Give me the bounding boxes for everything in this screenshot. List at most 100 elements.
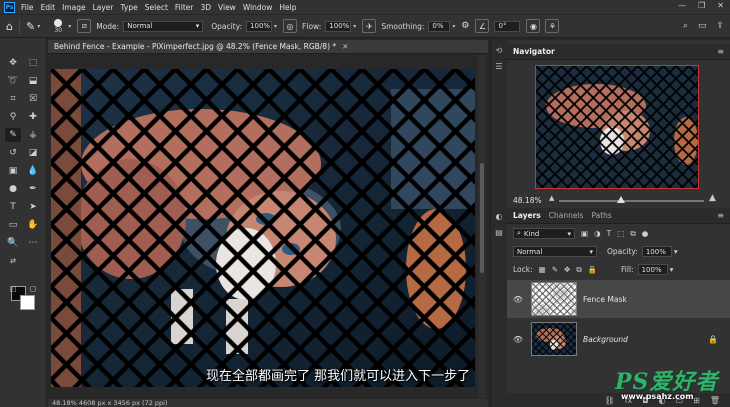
more-tools-icon[interactable]: ⋯ [25, 236, 41, 250]
document-image[interactable] [51, 69, 475, 387]
maximize-icon[interactable]: ❐ [698, 1, 705, 10]
minimize-icon[interactable]: — [678, 1, 686, 10]
visibility-eye-icon[interactable]: 👁 [507, 335, 529, 344]
menu-file[interactable]: File [21, 3, 34, 12]
history-icon[interactable]: ⟲ [494, 46, 504, 56]
opacity-field[interactable]: 100% [246, 20, 273, 32]
chevron-down-icon[interactable]: ▾ [674, 247, 678, 256]
quick-mask-icon[interactable]: ◰ [5, 282, 21, 296]
menu-edit[interactable]: Edit [41, 3, 56, 12]
lock-all-icon[interactable]: 🔒 [588, 265, 597, 274]
brush-size-picker[interactable]: 30 [54, 18, 63, 34]
mode-select[interactable]: Normal ▾ [123, 20, 204, 32]
menu-image[interactable]: Image [62, 3, 86, 12]
history-brush-tool-icon[interactable]: ↺ [5, 146, 21, 160]
lock-pixels-icon[interactable]: ✎ [552, 265, 558, 274]
flow-field[interactable]: 100% [325, 20, 352, 32]
angle-icon[interactable]: ∠ [475, 19, 490, 33]
document-tab[interactable]: Behind Fence - Example - PiXimperfect.jp… [48, 40, 488, 54]
healing-brush-tool-icon[interactable]: ✚ [25, 110, 41, 124]
chevron-down-icon[interactable]: ▾ [353, 23, 356, 30]
filter-type-icon[interactable]: T [607, 229, 612, 238]
tab-channels[interactable]: Channels [549, 211, 584, 220]
fill-field[interactable]: 100% [637, 264, 668, 275]
navigator-thumbnail[interactable] [535, 65, 699, 189]
angle-field[interactable]: 0° [494, 20, 521, 32]
filter-smart-object-icon[interactable]: ⧉ [630, 229, 635, 239]
layer-row-fence-mask[interactable]: 👁 Fence Mask [507, 280, 730, 318]
menu-layer[interactable]: Layer [93, 3, 114, 12]
libraries-icon[interactable]: ▤ [494, 228, 504, 238]
layer-opacity-field[interactable]: 100% [641, 246, 672, 257]
crop-tool-icon[interactable]: ⌗ [5, 92, 21, 106]
chevron-down-icon[interactable]: ▾ [68, 23, 71, 30]
navigator-zoom-value[interactable]: 48.18% [513, 196, 542, 205]
screen-mode-icon[interactable]: ▢ [25, 282, 41, 296]
search-icon[interactable]: ⌕ [683, 21, 688, 31]
menu-select[interactable]: Select [145, 3, 168, 12]
layer-row-background[interactable]: 👁 Background 🔒 [507, 320, 730, 358]
navigator-tab[interactable]: Navigator [513, 47, 555, 56]
background-color-swatch[interactable] [20, 295, 35, 310]
share-icon[interactable]: ⇪ [716, 21, 724, 31]
filter-adjustment-icon[interactable]: ◑ [594, 229, 601, 238]
menu-filter[interactable]: Filter [175, 3, 194, 12]
workspace-icon[interactable]: ▭ [698, 21, 707, 31]
canvas-area[interactable] [48, 55, 488, 398]
object-select-tool-icon[interactable]: ⬓ [25, 74, 41, 88]
properties-icon[interactable]: ☰ [494, 62, 504, 72]
hand-tool-icon[interactable]: ✋ [25, 218, 41, 232]
menu-type[interactable]: Type [121, 3, 138, 12]
filter-shape-icon[interactable]: ⬚ [617, 229, 624, 238]
navigator-slider-knob[interactable] [617, 196, 625, 203]
smoothing-field[interactable]: 0% [428, 20, 451, 32]
panel-menu-icon[interactable]: ≡ [717, 47, 724, 56]
lock-artboard-icon[interactable]: ⧉ [576, 265, 581, 275]
panel-menu-icon[interactable]: ≡ [717, 211, 724, 220]
move-tool-icon[interactable]: ✥ [5, 56, 21, 70]
lock-transparent-icon[interactable]: ▦ [539, 265, 546, 274]
smoothing-options-gear-icon[interactable]: ⚙ [461, 21, 469, 31]
pen-tool-icon[interactable]: ✒ [25, 182, 41, 196]
brush-settings-icon[interactable]: ⧄ [77, 19, 92, 33]
tab-paths[interactable]: Paths [591, 211, 611, 220]
close-icon[interactable]: ✕ [717, 1, 724, 10]
swap-colors-icon[interactable]: ⇄ [5, 254, 21, 268]
chevron-down-icon[interactable]: ▾ [670, 265, 674, 274]
menu-view[interactable]: View [218, 3, 236, 12]
adjustments-icon[interactable]: ◐ [494, 212, 504, 222]
link-layers-icon[interactable]: ⛓ [605, 396, 615, 405]
brush-tool-icon[interactable]: ✎ [5, 128, 21, 142]
close-document-icon[interactable]: ✕ [342, 42, 348, 51]
airbrush-icon[interactable]: ✈ [362, 19, 377, 33]
menu-help[interactable]: Help [279, 3, 296, 12]
gradient-tool-icon[interactable]: ▣ [5, 164, 21, 178]
vertical-scrollbar[interactable] [478, 55, 486, 398]
home-icon[interactable]: ⌂ [6, 20, 13, 33]
clone-stamp-tool-icon[interactable]: ⚶ [25, 128, 41, 142]
zoom-out-mountain-icon[interactable]: ▲ [549, 194, 554, 202]
tab-layers[interactable]: Layers [513, 211, 541, 220]
blend-mode-select[interactable]: Normal ▾ [513, 246, 597, 257]
menu-3d[interactable]: 3D [200, 3, 211, 12]
zoom-in-mountain-icon[interactable]: ▲ [709, 193, 716, 203]
visibility-eye-icon[interactable]: 👁 [507, 295, 529, 304]
rectangle-tool-icon[interactable]: ▭ [5, 218, 21, 232]
brush-tool-preset-icon[interactable]: ✎ [26, 20, 35, 33]
filter-pixel-icon[interactable]: ▣ [581, 229, 588, 238]
pressure-size-icon[interactable]: ◉ [526, 19, 541, 33]
dodge-tool-icon[interactable]: ● [5, 182, 21, 196]
frame-tool-icon[interactable]: ☒ [25, 92, 41, 106]
symmetry-icon[interactable]: ⚘ [545, 19, 560, 33]
eraser-tool-icon[interactable]: ◪ [25, 146, 41, 160]
lasso-tool-icon[interactable]: ➰ [5, 74, 21, 88]
chevron-down-icon[interactable]: ▾ [274, 23, 277, 30]
zoom-tool-icon[interactable]: 🔍 [5, 236, 21, 250]
photoshop-logo[interactable]: Ps [4, 1, 15, 13]
layer-name[interactable]: Background [583, 335, 628, 344]
layer-name[interactable]: Fence Mask [583, 295, 627, 304]
pressure-opacity-icon[interactable]: ◎ [283, 19, 298, 33]
type-tool-icon[interactable]: T [5, 200, 21, 214]
blur-tool-icon[interactable]: 💧 [25, 164, 41, 178]
marquee-tool-icon[interactable]: ⬚ [25, 56, 41, 70]
